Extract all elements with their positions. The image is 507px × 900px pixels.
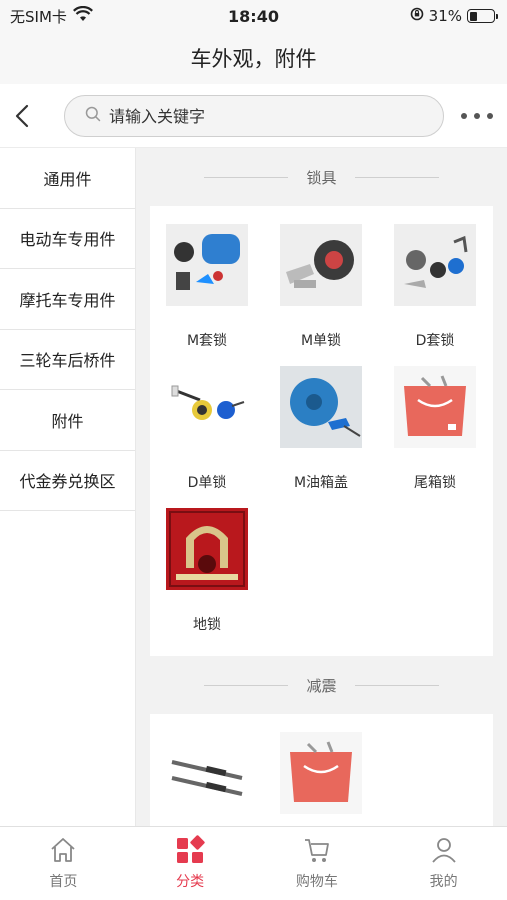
home-icon xyxy=(51,838,75,862)
product-item[interactable]: M油箱盖 xyxy=(264,366,378,508)
section-card-locks: M套锁 M单锁 D套锁 D单锁 M油箱盖 尾箱锁 地锁 xyxy=(150,206,493,656)
category-sidebar: 通用件 电动车专用件 摩托车专用件 三轮车后桥件 附件 代金券兑换区 xyxy=(0,148,136,826)
product-item[interactable]: D单锁 xyxy=(150,366,264,508)
more-dot-icon xyxy=(487,113,493,119)
tab-category[interactable]: 分类 xyxy=(140,835,240,891)
page-title: 车外观，附件 xyxy=(0,32,507,84)
product-item[interactable] xyxy=(264,732,378,826)
tab-label: 首页 xyxy=(49,874,78,890)
section-card-shocks xyxy=(150,714,493,826)
wifi-icon xyxy=(72,5,93,26)
product-thumbnail xyxy=(394,366,476,448)
carrier-label: 无SIM卡 xyxy=(10,7,67,26)
sidebar-item-voucher[interactable]: 代金券兑换区 xyxy=(0,451,135,511)
divider xyxy=(204,684,289,686)
status-bar: 无SIM卡 18:40 31% xyxy=(0,0,507,32)
product-name: D单锁 xyxy=(187,475,227,491)
sidebar-item-ebike[interactable]: 电动车专用件 xyxy=(0,209,135,269)
tab-profile[interactable]: 我的 xyxy=(394,835,494,891)
product-name: 地锁 xyxy=(193,617,221,633)
tab-label: 我的 xyxy=(429,874,458,890)
product-item[interactable]: 尾箱锁 xyxy=(378,366,492,508)
divider xyxy=(354,176,439,178)
sidebar-item-accessories[interactable]: 附件 xyxy=(0,390,135,451)
product-thumbnail xyxy=(166,508,248,590)
user-icon xyxy=(431,838,456,863)
product-item[interactable]: 地锁 xyxy=(150,508,264,650)
section-header-locks: 锁具 xyxy=(136,148,507,206)
shopping-cart-icon xyxy=(304,839,329,862)
product-name: D套锁 xyxy=(415,333,455,349)
product-item[interactable] xyxy=(150,732,264,826)
divider xyxy=(204,176,289,178)
sidebar-item-motorcycle[interactable]: 摩托车专用件 xyxy=(0,269,135,330)
orientation-lock-icon xyxy=(410,7,424,25)
product-name: 尾箱锁 xyxy=(414,475,456,491)
tab-home[interactable]: 首页 xyxy=(13,835,113,891)
battery-fill xyxy=(469,11,477,21)
product-item[interactable]: M单锁 xyxy=(264,224,378,366)
battery-icon xyxy=(467,9,498,23)
product-item[interactable]: D套锁 xyxy=(378,224,492,366)
product-name: M套锁 xyxy=(186,333,228,349)
product-content: 锁具 M套锁 M单锁 D套锁 D单锁 M油箱盖 尾箱锁 地锁 减震 xyxy=(136,148,507,826)
search-box[interactable] xyxy=(64,95,444,137)
more-options-button[interactable] xyxy=(461,104,493,128)
product-name: M油箱盖 xyxy=(293,475,349,491)
product-thumbnail xyxy=(166,732,248,814)
more-dot-icon xyxy=(461,113,467,119)
section-header-shocks: 减震 xyxy=(136,656,507,714)
product-thumbnail xyxy=(280,224,362,306)
tab-label: 购物车 xyxy=(295,874,338,890)
battery-percent: 31% xyxy=(428,7,462,25)
back-button[interactable] xyxy=(0,94,44,138)
product-thumbnail xyxy=(394,224,476,306)
status-left: 无SIM卡 xyxy=(10,5,93,27)
chevron-left-icon xyxy=(15,104,29,128)
product-thumbnail xyxy=(166,224,248,306)
status-right: 31% xyxy=(410,7,498,25)
more-dot-icon xyxy=(474,113,480,119)
search-icon xyxy=(85,106,101,126)
sidebar-item-tricycle-axle[interactable]: 三轮车后桥件 xyxy=(0,330,135,390)
product-thumbnail xyxy=(280,366,362,448)
divider xyxy=(354,684,439,686)
search-row xyxy=(0,84,507,148)
section-title: 减震 xyxy=(306,676,337,695)
section-title: 锁具 xyxy=(306,168,337,187)
product-thumbnail xyxy=(280,732,362,814)
sidebar-item-general[interactable]: 通用件 xyxy=(0,148,135,209)
search-input[interactable] xyxy=(109,106,409,126)
tab-label: 分类 xyxy=(176,874,205,890)
product-item[interactable]: M套锁 xyxy=(150,224,264,366)
category-grid-icon xyxy=(177,835,205,863)
product-name: M单锁 xyxy=(300,333,342,349)
tab-cart[interactable]: 购物车 xyxy=(267,835,367,891)
bottom-tab-bar: 首页 分类 购物车 我的 xyxy=(0,826,507,900)
product-thumbnail xyxy=(166,366,248,448)
